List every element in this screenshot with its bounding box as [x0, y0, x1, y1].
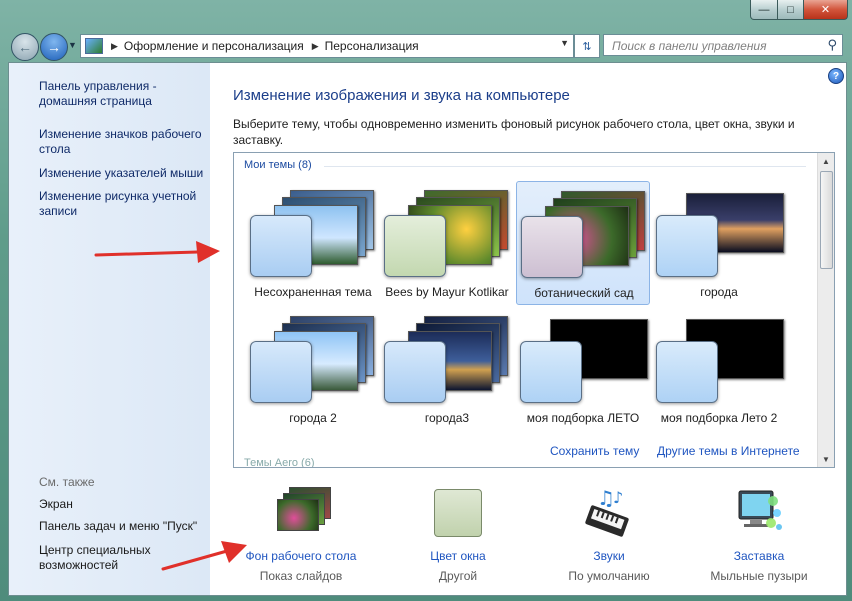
sidebar-link-desktop-icons[interactable]: Изменение значков рабочего стола: [39, 127, 209, 157]
theme-item[interactable]: Несохраненная тема: [246, 181, 380, 305]
breadcrumb-separator-icon[interactable]: ▶: [312, 41, 319, 52]
more-themes-online-link[interactable]: Другие темы в Интернете: [657, 444, 800, 458]
theme-label: города 2: [289, 411, 337, 425]
address-dropdown-icon[interactable]: ▼: [560, 38, 569, 48]
sidebar: Панель управления - домашняя страница Из…: [9, 63, 210, 595]
window-color-swatch: [384, 215, 446, 277]
maximize-icon: □: [787, 3, 794, 16]
sounds-tile[interactable]: ♫ ♪ Звуки По умолчанию: [529, 487, 689, 591]
forward-button[interactable]: →: [40, 33, 68, 61]
save-theme-link[interactable]: Сохранить тему: [550, 444, 639, 458]
breadcrumb-appearance[interactable]: Оформление и персонализация: [124, 39, 304, 53]
see-also-title: См. также: [39, 475, 95, 489]
theme-label: ботанический сад: [534, 286, 634, 300]
help-icon: ?: [832, 70, 840, 82]
theme-label: моя подборка ЛЕТО: [526, 411, 640, 425]
minimize-icon: —: [758, 3, 770, 16]
svg-text:♪: ♪: [613, 488, 623, 507]
annotation-arrow-icon: [94, 241, 220, 263]
theme-item[interactable]: города3: [380, 307, 514, 431]
navigation-bar: ← → ▼ ▶ Оформление и персонализация ▶ Пе…: [0, 30, 852, 62]
history-dropdown-button[interactable]: ▼: [68, 40, 77, 50]
screensaver-icon: [738, 490, 782, 530]
window-color-tile[interactable]: Цвет окна Другой: [378, 487, 538, 591]
window-color-swatch: [250, 341, 312, 403]
sidebar-link-home[interactable]: Панель управления - домашняя страница: [39, 79, 209, 109]
theme-label: Bees by Mayur Kotlikar: [385, 285, 509, 299]
refresh-button[interactable]: ⇅: [574, 34, 600, 58]
breadcrumb-separator-icon[interactable]: ▶: [111, 41, 118, 52]
window-color-swatch: [250, 215, 312, 277]
window-color-swatch: [656, 215, 718, 277]
sounds-link[interactable]: Звуки: [529, 549, 689, 563]
scroll-down-icon[interactable]: ▼: [818, 451, 834, 467]
window-controls: — □ ✕: [750, 0, 848, 20]
sidebar-link-taskbar[interactable]: Панель задач и меню "Пуск": [39, 519, 209, 534]
theme-item[interactable]: моя подборка ЛЕТО: [516, 307, 650, 431]
window-color-value: Другой: [438, 569, 478, 583]
page-title: Изменение изображения и звука на компьют…: [233, 87, 570, 104]
sounds-value: По умолчанию: [568, 569, 650, 583]
window-color-swatch: [656, 341, 718, 403]
window-content: Панель управления - домашняя страница Из…: [8, 62, 847, 596]
sidebar-link-account-picture[interactable]: Изменение рисунка учетной записи: [39, 189, 209, 219]
close-button[interactable]: ✕: [804, 0, 848, 20]
theme-item[interactable]: моя подборка Лето 2: [652, 307, 786, 431]
window-color-swatch: [520, 341, 582, 403]
page-description: Выберите тему, чтобы одновременно измени…: [233, 117, 795, 147]
themes-panel: Мои темы (8) Несохраненная тема Bees by …: [233, 152, 835, 468]
refresh-icon: ⇅: [582, 40, 592, 53]
theme-item[interactable]: города: [652, 181, 786, 305]
group-header-my-themes[interactable]: Мои темы (8): [244, 159, 312, 171]
back-button[interactable]: ←: [11, 33, 39, 61]
window-color-link[interactable]: Цвет окна: [378, 549, 538, 563]
scroll-thumb[interactable]: [820, 171, 833, 269]
control-panel-icon: [85, 38, 103, 54]
theme-item[interactable]: города 2: [246, 307, 380, 431]
search-box[interactable]: ⚲: [603, 34, 843, 56]
theme-item-selected[interactable]: ботанический сад: [516, 181, 650, 305]
search-icon[interactable]: ⚲: [827, 37, 837, 53]
help-button[interactable]: ?: [828, 68, 844, 84]
window-color-swatch: [384, 341, 446, 403]
window-frame: — □ ✕ ← → ▼ ▶ Оформление и персонализаци…: [0, 0, 852, 601]
sounds-icon: ♫ ♪: [585, 487, 629, 537]
screensaver-tile[interactable]: Заставка Мыльные пузыри: [679, 487, 839, 591]
address-bar[interactable]: ▶ Оформление и персонализация ▶ Персонал…: [80, 34, 574, 58]
arrow-left-icon: ←: [18, 39, 32, 55]
sidebar-link-display[interactable]: Экран: [39, 497, 209, 512]
theme-label: моя подборка Лето 2: [660, 411, 778, 425]
breadcrumb-personalization[interactable]: Персонализация: [325, 39, 419, 53]
theme-label: Несохраненная тема: [254, 285, 372, 299]
themes-scrollbar[interactable]: ▲ ▼: [817, 153, 834, 467]
minimize-button[interactable]: —: [750, 0, 778, 20]
theme-label: города3: [424, 411, 470, 425]
group-divider: [324, 166, 806, 167]
search-input[interactable]: [610, 38, 819, 54]
screensaver-link[interactable]: Заставка: [679, 549, 839, 563]
window-color-icon: [434, 489, 482, 537]
scroll-up-icon[interactable]: ▲: [818, 153, 834, 169]
screensaver-value: Мыльные пузыри: [710, 569, 808, 583]
arrow-right-icon: →: [47, 39, 61, 55]
theme-label: города: [700, 285, 738, 299]
desktop-background-icon: [277, 487, 331, 533]
maximize-button[interactable]: □: [778, 0, 804, 20]
close-icon: ✕: [820, 4, 831, 16]
group-header-aero-themes[interactable]: Темы Aero (6): [244, 457, 314, 467]
sidebar-link-mouse-pointers[interactable]: Изменение указателей мыши: [39, 166, 209, 181]
annotation-arrow-icon: [161, 541, 247, 571]
theme-item[interactable]: Bees by Mayur Kotlikar: [380, 181, 514, 305]
window-color-swatch: [521, 216, 583, 278]
